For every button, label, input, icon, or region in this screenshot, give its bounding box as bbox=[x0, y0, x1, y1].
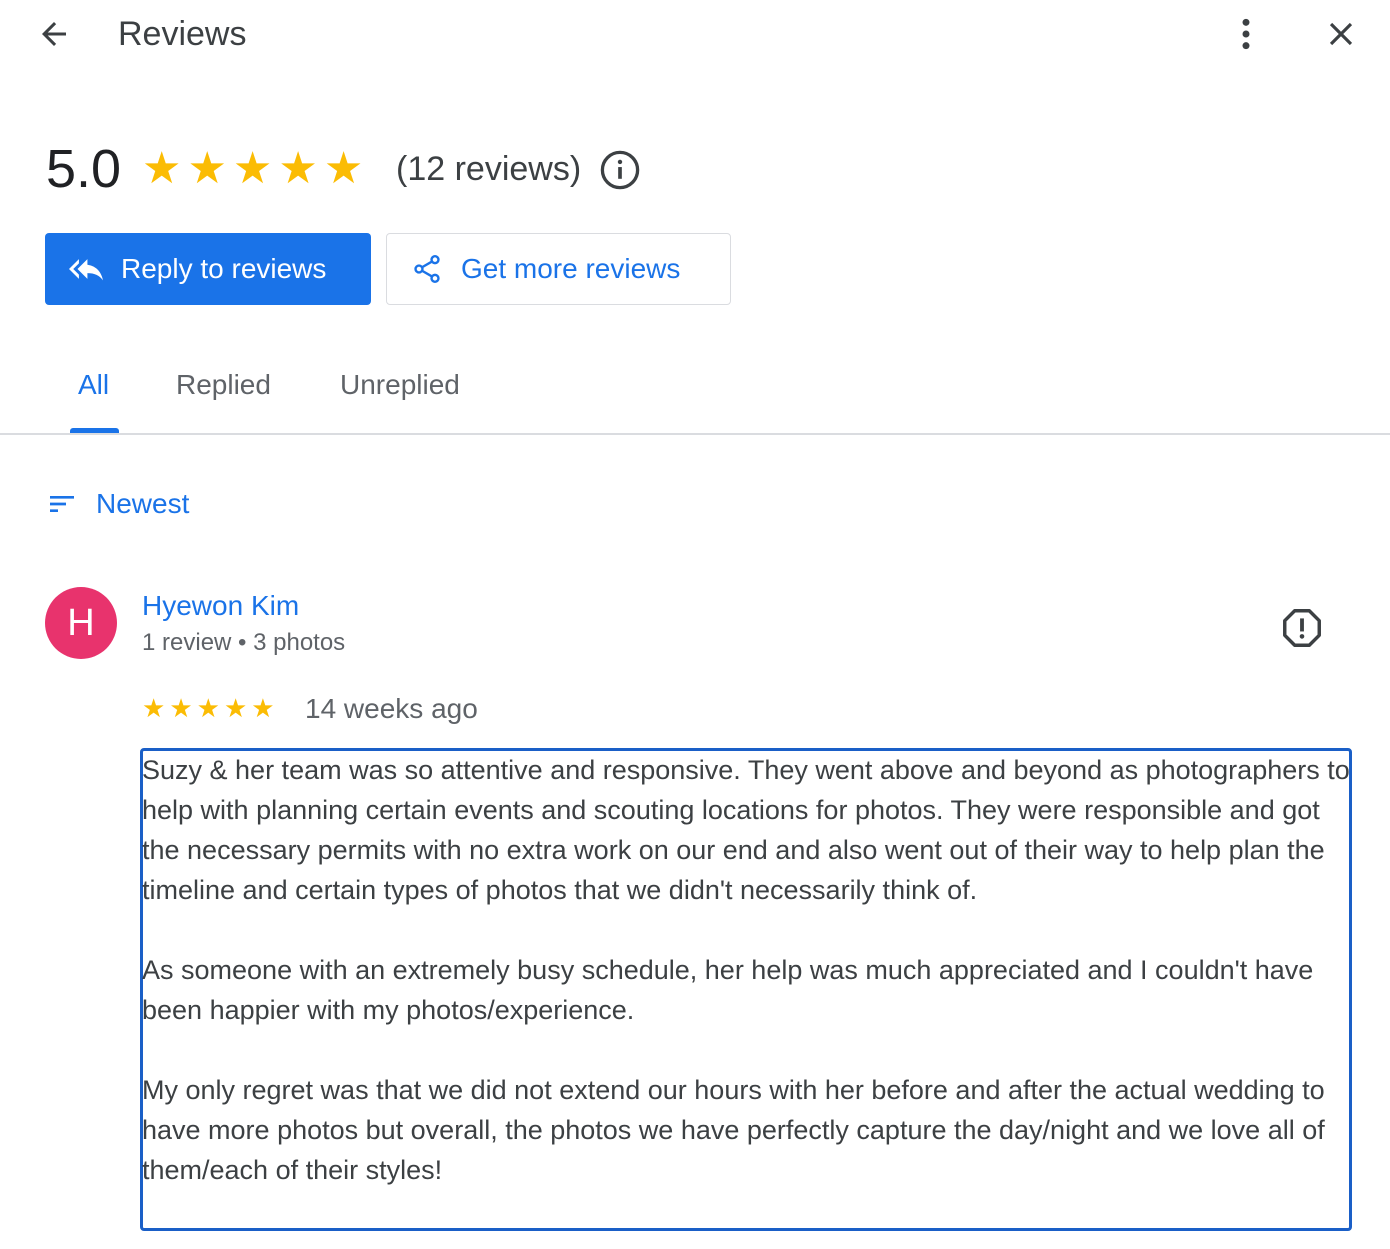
more-options-button[interactable] bbox=[1224, 12, 1268, 56]
star-icon: ★ bbox=[142, 693, 166, 723]
info-button[interactable] bbox=[598, 148, 642, 192]
review-time: 14 weeks ago bbox=[305, 693, 478, 724]
review-count: (12 reviews) bbox=[396, 150, 582, 188]
review-paragraph: My only regret was that we did not exten… bbox=[142, 1075, 1325, 1185]
info-icon bbox=[600, 150, 640, 190]
tab-unreplied[interactable]: Unreplied bbox=[340, 364, 460, 406]
star-icon: ★ bbox=[251, 693, 275, 723]
rating-stars: ★ ★ ★ ★ ★ bbox=[142, 146, 363, 192]
report-icon bbox=[1283, 609, 1321, 647]
tabs-divider bbox=[0, 433, 1390, 435]
tab-replied[interactable]: Replied bbox=[176, 364, 271, 406]
share-icon bbox=[414, 255, 440, 283]
review-paragraph: As someone with an extremely busy schedu… bbox=[142, 955, 1314, 1025]
star-icon: ★ bbox=[187, 144, 227, 193]
reply-to-reviews-button[interactable]: Reply to reviews bbox=[45, 233, 371, 305]
reply-to-reviews-label: Reply to reviews bbox=[121, 253, 327, 284]
reviewer-meta: 1 review • 3 photos bbox=[142, 629, 346, 656]
reply-all-icon bbox=[69, 259, 103, 281]
more-vert-icon bbox=[1242, 18, 1250, 50]
reviewer-name[interactable]: Hyewon Kim bbox=[142, 588, 299, 624]
star-icon: ★ bbox=[169, 693, 193, 723]
review-stars: ★ ★ ★ ★ ★ bbox=[142, 693, 275, 723]
star-icon: ★ bbox=[278, 144, 318, 193]
sort-label: Newest bbox=[96, 488, 190, 519]
star-icon: ★ bbox=[142, 144, 182, 193]
star-icon: ★ bbox=[196, 693, 220, 723]
sort-icon bbox=[50, 496, 74, 512]
review-paragraph: Suzy & her team was so attentive and res… bbox=[142, 755, 1350, 905]
average-rating: 5.0 bbox=[46, 139, 122, 199]
report-review-button[interactable] bbox=[1279, 605, 1325, 651]
avatar[interactable]: H bbox=[45, 587, 117, 659]
page-title: Reviews bbox=[118, 15, 247, 53]
close-button[interactable] bbox=[1318, 12, 1364, 56]
arrow-left-icon bbox=[42, 22, 66, 46]
back-button[interactable] bbox=[30, 12, 78, 56]
star-icon: ★ bbox=[323, 144, 364, 193]
star-icon: ★ bbox=[223, 693, 248, 723]
get-more-reviews-button[interactable]: Get more reviews bbox=[386, 233, 731, 305]
get-more-reviews-label: Get more reviews bbox=[461, 253, 681, 284]
tab-all[interactable]: All bbox=[78, 364, 109, 406]
review-text: Suzy & her team was so attentive and res… bbox=[142, 750, 1350, 1190]
sort-button[interactable]: Newest bbox=[46, 482, 189, 526]
star-icon: ★ bbox=[232, 144, 273, 193]
close-icon bbox=[1329, 22, 1353, 46]
